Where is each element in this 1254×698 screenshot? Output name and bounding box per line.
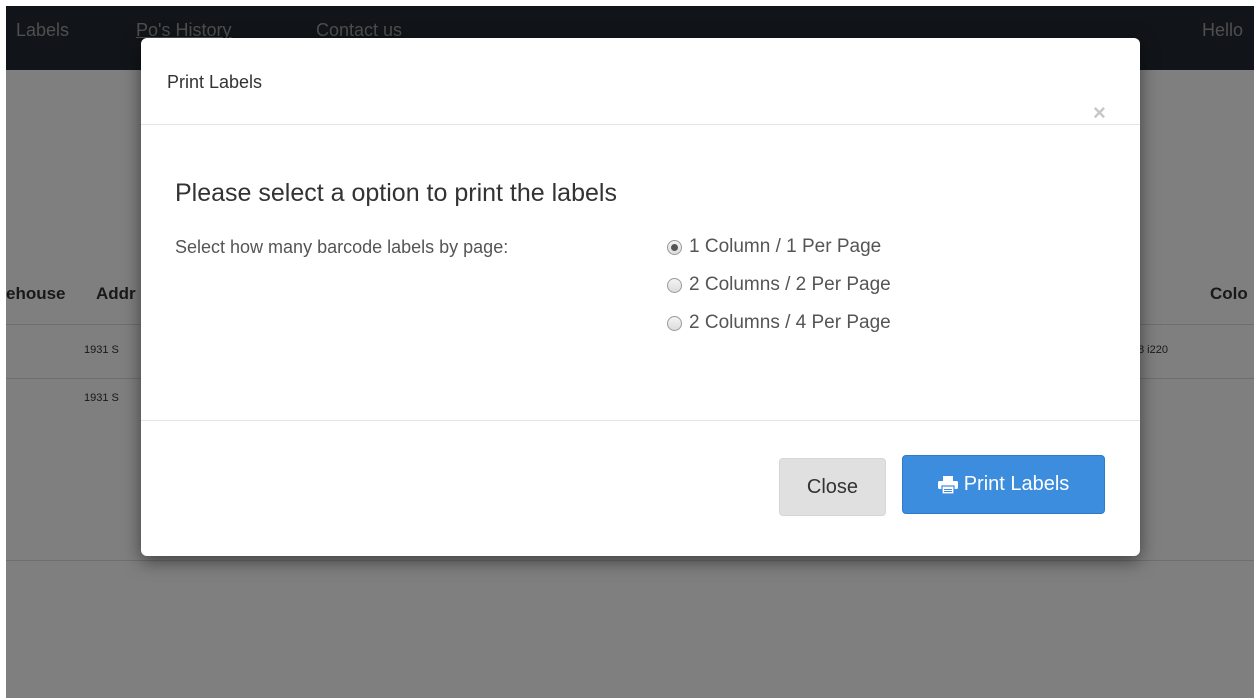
radio-button[interactable] bbox=[667, 315, 682, 331]
print-labels-button-label: Print Labels bbox=[963, 473, 1070, 495]
print-labels-dialog: Print Labels × Please select a option to… bbox=[141, 38, 1140, 556]
option-2-columns-4-per-page[interactable]: 2 Columns / 4 Per Page bbox=[667, 312, 891, 334]
option-label: 1 Column / 1 Per Page bbox=[689, 236, 882, 257]
print-labels-button[interactable]: Print Labels bbox=[902, 455, 1105, 514]
labels-per-page-label: Select how many barcode labels by page: bbox=[175, 237, 509, 257]
modal-heading: Please select a option to print the labe… bbox=[175, 179, 617, 207]
modal-footer-divider bbox=[141, 420, 1140, 421]
option-2-columns-2-per-page[interactable]: 2 Columns / 2 Per Page bbox=[667, 274, 891, 296]
modal-header: Print Labels × bbox=[141, 38, 1140, 125]
radio-button-checked[interactable] bbox=[667, 239, 682, 255]
printer-icon bbox=[937, 475, 958, 494]
option-1-column-1-per-page[interactable]: 1 Column / 1 Per Page bbox=[667, 236, 881, 258]
close-icon[interactable]: × bbox=[1093, 102, 1106, 124]
option-label: 2 Columns / 2 Per Page bbox=[689, 274, 891, 295]
radio-button[interactable] bbox=[667, 277, 682, 293]
close-button[interactable]: Close bbox=[779, 458, 886, 516]
option-label: 2 Columns / 4 Per Page bbox=[689, 312, 891, 333]
modal-title: Print Labels bbox=[167, 72, 263, 92]
